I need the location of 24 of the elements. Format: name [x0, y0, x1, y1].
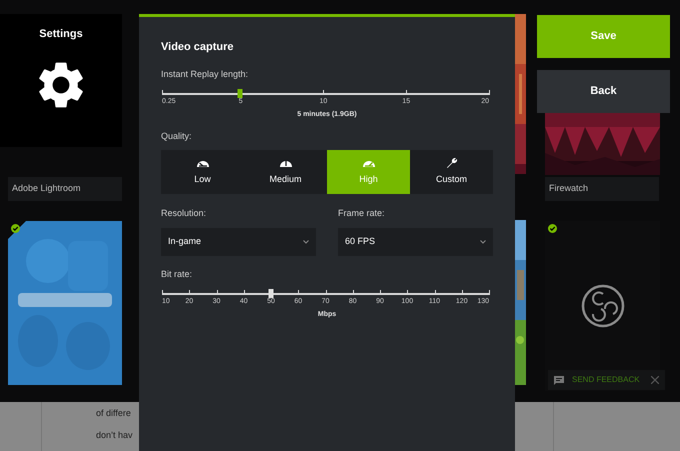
field-label: Frame rate: [338, 207, 386, 220]
game-tile-label[interactable]: Adobe Lightroom [8, 177, 122, 201]
feedback-link[interactable]: SEND FEEDBACK [572, 374, 640, 386]
dropdown[interactable]: In-game [161, 228, 316, 256]
chat-icon [554, 376, 564, 384]
tile-title: Settings [39, 27, 83, 42]
chevron-down-icon [480, 240, 486, 244]
settings-tile[interactable]: Settings [0, 14, 122, 147]
close-icon[interactable] [651, 376, 659, 384]
slider-thumb[interactable] [268, 289, 274, 298]
dialog-title: Video capture [161, 40, 235, 55]
wrench-icon [446, 157, 458, 170]
section-label: Quality: [161, 130, 193, 143]
article-text: don’t hav [96, 429, 134, 442]
field-label: Resolution: [161, 207, 208, 220]
dropdown[interactable]: 60 FPS [338, 228, 493, 256]
back-button[interactable]: Back [537, 70, 670, 113]
slider-label: Bit rate: [161, 268, 194, 280]
logo-icon [580, 284, 624, 328]
chevron-down-icon [303, 240, 309, 244]
article-text: of differe [96, 407, 132, 420]
slider-label: Instant Replay length: [161, 68, 250, 81]
game-tile-label[interactable]: Firewatch [545, 177, 659, 201]
slider-thumb[interactable] [238, 89, 243, 98]
